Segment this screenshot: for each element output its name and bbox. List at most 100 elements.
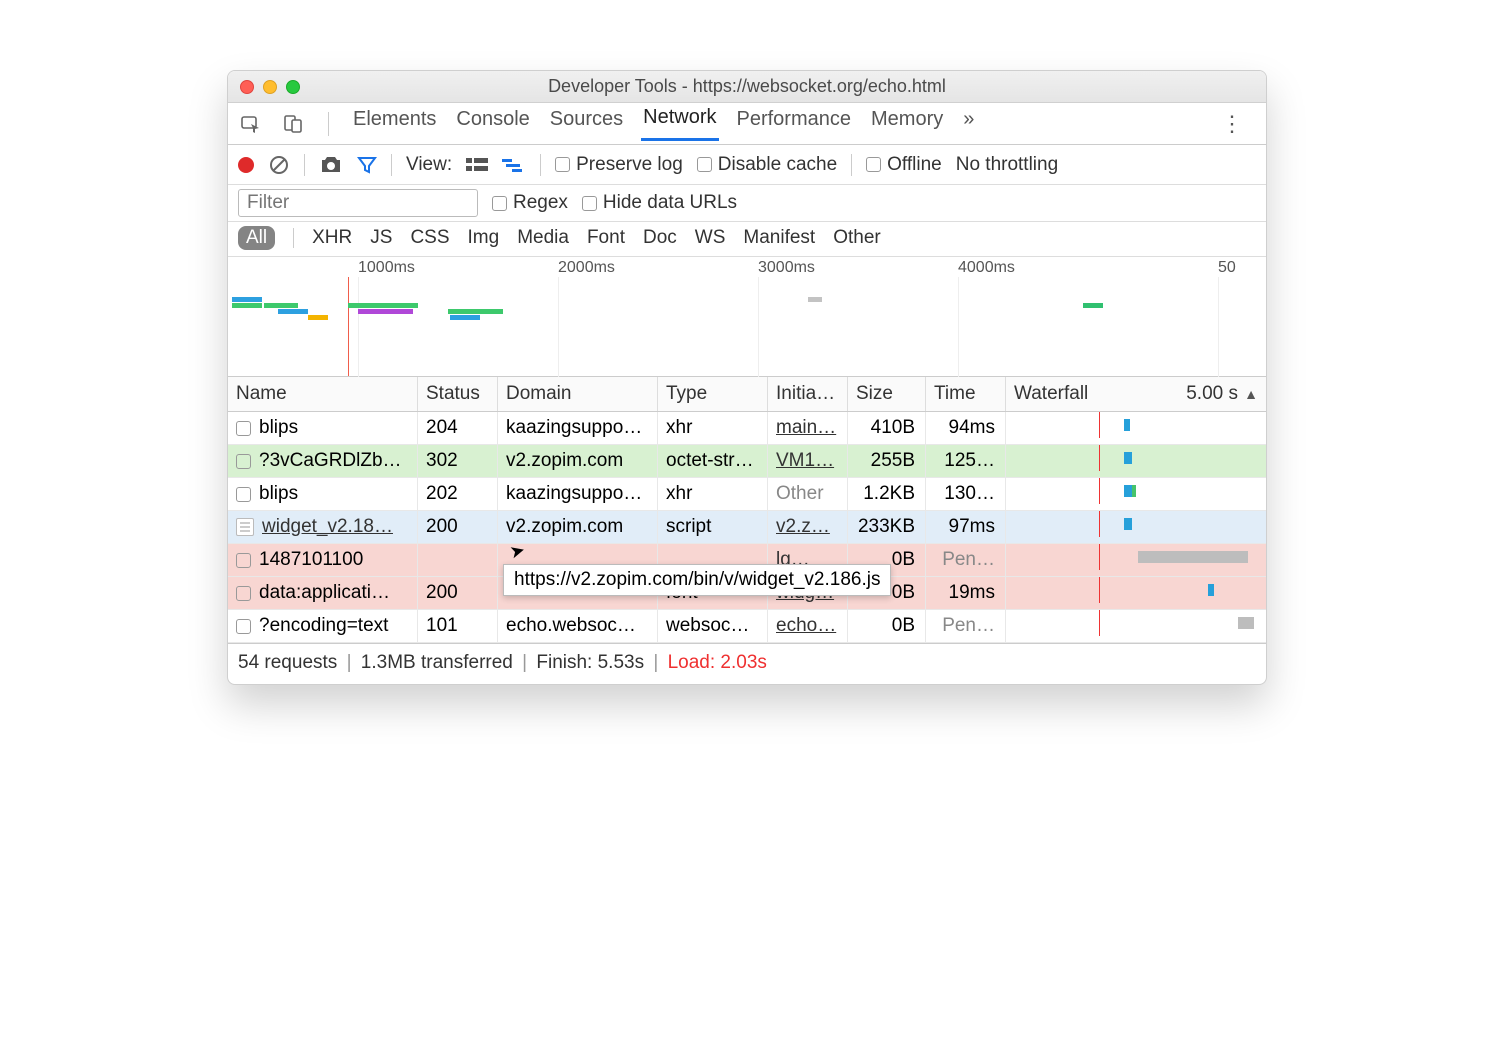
- file-icon: [236, 619, 251, 634]
- tab-performance[interactable]: Performance: [735, 108, 854, 140]
- status-load: Load: 2.03s: [668, 652, 767, 673]
- table-row[interactable]: ?encoding=text101echo.websoc…websoc…echo…: [228, 610, 1266, 643]
- cell-waterfall: [1006, 478, 1266, 504]
- cell-waterfall: [1006, 445, 1266, 471]
- col-status[interactable]: Status: [418, 377, 498, 411]
- file-icon: [236, 553, 251, 568]
- tab-network[interactable]: Network: [641, 106, 718, 141]
- inspect-element-icon[interactable]: [238, 111, 264, 137]
- cell-status: 202: [418, 478, 498, 510]
- typefilter-all[interactable]: All: [238, 226, 275, 250]
- overview-tick: 50: [1218, 259, 1236, 277]
- network-toolbar: View: Preserve log Disable cache Offline…: [228, 145, 1266, 185]
- cell-type: xhr: [658, 478, 768, 510]
- cell-status: 200: [418, 511, 498, 543]
- view-label: View:: [406, 154, 452, 176]
- overview-tick: 2000ms: [558, 259, 615, 277]
- table-row[interactable]: ?3vCaGRDlZb…302v2.zopim.comoctet-str…VM1…: [228, 445, 1266, 478]
- cell-status: [418, 544, 498, 576]
- col-domain[interactable]: Domain: [498, 377, 658, 411]
- cell-type: xhr: [658, 412, 768, 444]
- capture-screenshots-icon[interactable]: [319, 155, 343, 175]
- overview-tick: 3000ms: [758, 259, 815, 277]
- filter-icon[interactable]: [357, 155, 377, 175]
- tab-elements[interactable]: Elements: [351, 108, 438, 140]
- overview-icon[interactable]: [502, 157, 526, 173]
- col-type[interactable]: Type: [658, 377, 768, 411]
- overview-cursor: [348, 277, 349, 376]
- filter-bar: Regex Hide data URLs: [228, 185, 1266, 222]
- timeline-overview[interactable]: 1000ms2000ms3000ms4000ms50: [228, 257, 1266, 377]
- typefilter-font[interactable]: Font: [587, 227, 625, 249]
- tab-memory[interactable]: Memory: [869, 108, 945, 140]
- typefilter-img[interactable]: Img: [468, 227, 500, 249]
- request-name-link[interactable]: widget_v2.18…: [262, 516, 393, 538]
- table-row[interactable]: widget_v2.18…200v2.zopim.comscriptv2.z…2…: [228, 511, 1266, 544]
- separator: [851, 154, 852, 176]
- typefilter-doc[interactable]: Doc: [643, 227, 677, 249]
- table-row[interactable]: blips204kaazingsuppo…xhrmain…410B94ms: [228, 412, 1266, 445]
- more-tabs[interactable]: »: [961, 108, 976, 140]
- status-requests: 54 requests: [238, 652, 337, 673]
- col-time[interactable]: Time: [926, 377, 1006, 411]
- status-bar: 54 requests | 1.3MB transferred | Finish…: [228, 643, 1266, 684]
- window-title: Developer Tools - https://websocket.org/…: [228, 76, 1266, 97]
- cell-waterfall: [1006, 544, 1266, 570]
- tab-console[interactable]: Console: [454, 108, 531, 140]
- separator: [304, 154, 305, 176]
- cell-status: 204: [418, 412, 498, 444]
- typefilter-xhr[interactable]: XHR: [312, 227, 352, 249]
- cell-domain: echo.websoc…: [498, 610, 658, 642]
- cell-time: 19ms: [926, 577, 1006, 609]
- col-name[interactable]: Name: [228, 377, 418, 411]
- hover-tooltip: https://v2.zopim.com/bin/v/widget_v2.186…: [503, 564, 891, 596]
- tab-sources[interactable]: Sources: [548, 108, 625, 140]
- filter-input[interactable]: [238, 189, 478, 217]
- file-icon: [236, 487, 251, 502]
- throttling-select[interactable]: No throttling: [956, 154, 1058, 176]
- cell-type: script: [658, 511, 768, 543]
- request-name: blips: [259, 483, 298, 505]
- clear-icon[interactable]: [268, 154, 290, 176]
- large-rows-icon[interactable]: [466, 157, 488, 173]
- cell-type: websoc…: [658, 610, 768, 642]
- typefilter-js[interactable]: JS: [370, 227, 392, 249]
- regex-checkbox[interactable]: Regex: [492, 192, 568, 214]
- typefilter-css[interactable]: CSS: [410, 227, 449, 249]
- typefilter-manifest[interactable]: Manifest: [743, 227, 815, 249]
- cell-domain: kaazingsuppo…: [498, 412, 658, 444]
- cell-initiator: Other: [768, 478, 848, 510]
- cell-waterfall: [1006, 412, 1266, 438]
- col-size[interactable]: Size: [848, 377, 926, 411]
- separator: [391, 154, 392, 176]
- typefilter-media[interactable]: Media: [517, 227, 569, 249]
- typefilter-other[interactable]: Other: [833, 227, 881, 249]
- col-waterfall[interactable]: Waterfall 5.00 s ▲: [1006, 377, 1266, 411]
- cell-waterfall: [1006, 511, 1266, 537]
- col-initiator[interactable]: Initia…: [768, 377, 848, 411]
- record-button[interactable]: [238, 157, 254, 173]
- table-row[interactable]: blips202kaazingsuppo…xhrOther1.2KB130…: [228, 478, 1266, 511]
- cell-time: Pen…: [926, 544, 1006, 576]
- preserve-log-checkbox[interactable]: Preserve log: [555, 154, 683, 176]
- window-titlebar: Developer Tools - https://websocket.org/…: [228, 71, 1266, 103]
- hide-data-urls-checkbox[interactable]: Hide data URLs: [582, 192, 737, 214]
- device-toolbar-icon[interactable]: [280, 111, 306, 137]
- cell-domain: kaazingsuppo…: [498, 478, 658, 510]
- cell-initiator: echo…: [768, 610, 848, 642]
- type-filters: All XHR JS CSS Img Media Font Doc WS Manifest Othe…: [228, 222, 1266, 257]
- file-icon: [236, 454, 251, 469]
- cell-waterfall: [1006, 610, 1266, 636]
- kebab-menu-icon[interactable]: ⋮: [1209, 111, 1256, 137]
- cell-initiator: main…: [768, 412, 848, 444]
- cell-size: 0B: [848, 610, 926, 642]
- separator: [540, 154, 541, 176]
- document-icon: [236, 518, 254, 536]
- typefilter-ws[interactable]: WS: [695, 227, 726, 249]
- cell-size: 255B: [848, 445, 926, 477]
- cell-waterfall: [1006, 577, 1266, 603]
- disable-cache-checkbox[interactable]: Disable cache: [697, 154, 837, 176]
- offline-checkbox[interactable]: Offline: [866, 154, 942, 176]
- cell-time: 125…: [926, 445, 1006, 477]
- cell-time: 94ms: [926, 412, 1006, 444]
